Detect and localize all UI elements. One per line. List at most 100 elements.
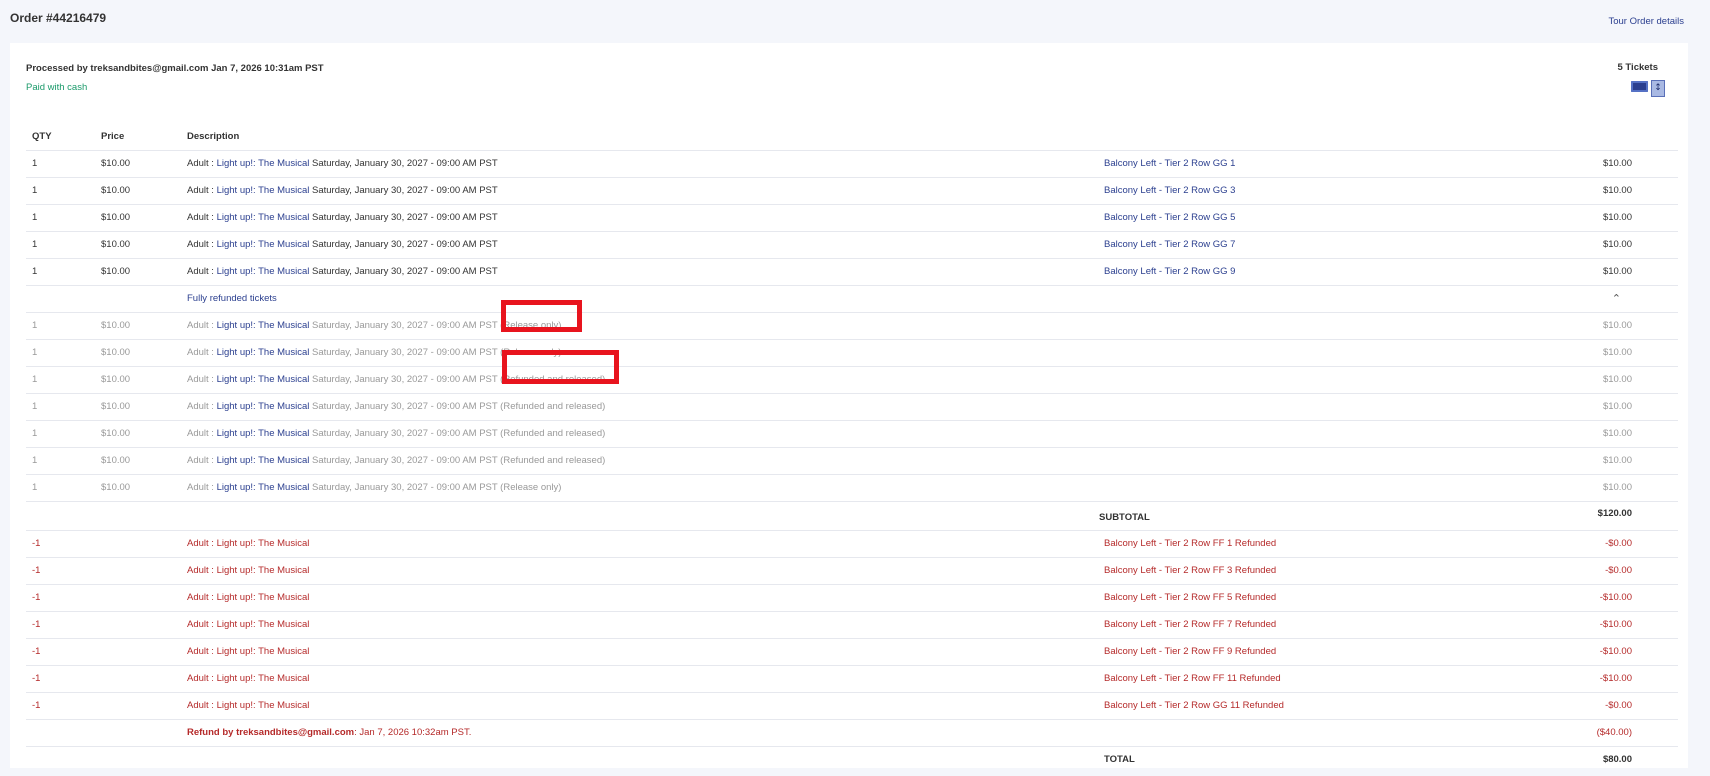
refund-row: -1 Adult : Light up!: The Musical Balcony … xyxy=(26,666,1678,693)
row-description: Adult : Light up!: The Musical xyxy=(187,700,310,711)
event-date: Saturday, January 30, 2027 - 09:00 AM PS… xyxy=(309,185,498,196)
tour-order-details-link[interactable]: Tour Order details xyxy=(1608,16,1684,27)
seat-link[interactable]: Balcony Left - Tier 2 Row GG 1 xyxy=(1104,151,1235,177)
event-name-link[interactable]: Light up!: The Musical xyxy=(217,428,310,439)
row-description: Adult : Light up!: The Musical Saturday,… xyxy=(187,259,498,285)
row-amount: $10.00 xyxy=(1602,212,1632,223)
row-price: $10.00 xyxy=(101,239,131,250)
event-name-link[interactable]: Light up!: The Musical xyxy=(217,455,310,466)
row-amount: -$0.00 xyxy=(1605,538,1632,549)
row-price: $10.00 xyxy=(101,482,131,493)
row-amount: -$0.00 xyxy=(1605,565,1632,576)
row-amount: $10.00 xyxy=(1602,158,1632,169)
refund-seat: Balcony Left - Tier 2 Row FF 3 Refunded xyxy=(1104,565,1277,576)
row-amount: -$10.00 xyxy=(1599,646,1632,657)
event-name-link[interactable]: Light up!: The Musical xyxy=(217,185,310,196)
row-price: $10.00 xyxy=(101,185,131,196)
order-page: Order #44216479 Tour Order details Proce… xyxy=(0,0,1710,776)
seat-link[interactable]: Balcony Left - Tier 2 Row GG 7 xyxy=(1104,232,1235,258)
row-description: Adult : Light up!: The Musical xyxy=(187,565,310,576)
row-qty: -1 xyxy=(32,538,41,549)
ticket-type: Adult : xyxy=(187,158,217,169)
refunded-toggle-label[interactable]: Fully refunded tickets xyxy=(187,286,277,312)
row-qty: 1 xyxy=(32,482,38,493)
row-price: $10.00 xyxy=(101,401,131,412)
total-row: TOTAL $80.00 xyxy=(26,747,1678,773)
ticket-type: Adult : xyxy=(187,347,217,358)
event-name-link[interactable]: Light up!: The Musical xyxy=(217,212,310,223)
refund-row: -1 Adult : Light up!: The Musical Balcony … xyxy=(26,612,1678,639)
event-date: Saturday, January 30, 2027 - 09:00 AM PS… xyxy=(309,401,501,412)
row-description: Adult : Light up!: The Musical Saturday,… xyxy=(187,448,605,474)
ticket-type: Adult : xyxy=(187,320,217,331)
row-qty: -1 xyxy=(32,565,41,576)
row-amount: -$10.00 xyxy=(1599,673,1632,684)
row-amount: $10.00 xyxy=(1602,347,1632,358)
ticket-status: (Refunded and released) xyxy=(500,401,606,412)
table-row: 1 $10.00 Adult : Light up!: The Musical Sa… xyxy=(26,394,1678,421)
ticket-type: Adult : xyxy=(187,374,217,385)
seat-link[interactable]: Balcony Left - Tier 2 Row GG 3 xyxy=(1104,178,1235,204)
event-name-link[interactable]: Light up!: The Musical xyxy=(217,239,310,250)
row-qty: 1 xyxy=(32,185,38,196)
row-amount: -$10.00 xyxy=(1599,592,1632,603)
seat-link[interactable]: Balcony Left - Tier 2 Row GG 5 xyxy=(1104,205,1235,231)
refund-row: -1 Adult : Light up!: The Musical Balcony … xyxy=(26,693,1678,720)
row-amount: $10.00 xyxy=(1602,482,1632,493)
ticket-type: Adult : xyxy=(187,266,217,277)
seat-link[interactable]: Balcony Left - Tier 2 Row GG 9 xyxy=(1104,259,1235,285)
refund-seat: Balcony Left - Tier 2 Row GG 11 Refunded xyxy=(1104,700,1284,711)
active-ticket-rows: 1 $10.00 Adult : Light up!: The Musical Sa… xyxy=(26,151,1678,286)
row-description: Adult : Light up!: The Musical xyxy=(187,673,310,684)
event-date: Saturday, January 30, 2027 - 09:00 AM PS… xyxy=(309,212,498,223)
row-description: Adult : Light up!: The Musical Saturday,… xyxy=(187,205,498,231)
row-qty: 1 xyxy=(32,401,38,412)
ticket-card-icon[interactable] xyxy=(1631,81,1648,92)
event-date: Saturday, January 30, 2027 - 09:00 AM PS… xyxy=(309,266,498,277)
ticket-type: Adult : xyxy=(187,455,217,466)
row-qty: 1 xyxy=(32,266,38,277)
event-name-link[interactable]: Light up!: The Musical xyxy=(217,158,310,169)
refunded-ticket-rows: 1 $10.00 Adult : Light up!: The Musical Sa… xyxy=(26,313,1678,502)
row-description: Adult : Light up!: The Musical Saturday,… xyxy=(187,232,498,258)
row-amount: $10.00 xyxy=(1602,401,1632,412)
event-date: Saturday, January 30, 2027 - 09:00 AM PS… xyxy=(309,347,501,358)
row-price: $10.00 xyxy=(101,320,131,331)
row-qty: 1 xyxy=(32,239,38,250)
row-amount: -$10.00 xyxy=(1599,619,1632,630)
print-document-icon[interactable]: ↕ xyxy=(1651,80,1665,97)
row-price: $10.00 xyxy=(101,374,131,385)
table-row: 1 $10.00 Adult : Light up!: The Musical Sa… xyxy=(26,313,1678,340)
ticket-type: Adult : xyxy=(187,482,217,493)
event-name-link[interactable]: Light up!: The Musical xyxy=(217,374,310,385)
ticket-type: Adult : xyxy=(187,401,217,412)
subtotal-label: SUBTOTAL xyxy=(1099,512,1150,523)
row-description: Adult : Light up!: The Musical Saturday,… xyxy=(187,475,561,501)
event-name-link[interactable]: Light up!: The Musical xyxy=(217,347,310,358)
header-description: Description xyxy=(187,131,240,142)
annotation-box-refunded-released xyxy=(502,350,619,384)
refund-row: -1 Adult : Light up!: The Musical Balcony … xyxy=(26,639,1678,666)
event-date: Saturday, January 30, 2027 - 09:00 AM PS… xyxy=(309,320,501,331)
event-name-link[interactable]: Light up!: The Musical xyxy=(217,266,310,277)
event-name-link[interactable]: Light up!: The Musical xyxy=(217,320,310,331)
event-name-link[interactable]: Light up!: The Musical xyxy=(217,482,310,493)
header-qty: QTY xyxy=(32,131,52,142)
ticket-type: Adult : xyxy=(187,428,217,439)
refund-note: Refund by treksandbites@gmail.com: Jan 7… xyxy=(187,720,471,746)
refunded-tickets-toggle[interactable]: Fully refunded tickets ⌃ xyxy=(26,286,1678,313)
row-qty: -1 xyxy=(32,619,41,630)
total-amount: $80.00 xyxy=(1602,754,1632,765)
event-date: Saturday, January 30, 2027 - 09:00 AM PS… xyxy=(309,239,498,250)
header-price: Price xyxy=(101,131,125,142)
row-price: $10.00 xyxy=(101,158,131,169)
event-date: Saturday, January 30, 2027 - 09:00 AM PS… xyxy=(309,374,501,385)
ticket-status: (Refunded and released) xyxy=(500,428,606,439)
event-name-link[interactable]: Light up!: The Musical xyxy=(217,401,310,412)
payment-status: Paid with cash xyxy=(26,82,88,93)
table-row: 1 $10.00 Adult : Light up!: The Musical Sa… xyxy=(26,421,1678,448)
chevron-up-icon[interactable]: ⌃ xyxy=(1612,286,1621,312)
row-description: Adult : Light up!: The Musical Saturday,… xyxy=(187,151,498,177)
row-price: $10.00 xyxy=(101,266,131,277)
tickets-count: 5 Tickets xyxy=(1617,62,1659,73)
